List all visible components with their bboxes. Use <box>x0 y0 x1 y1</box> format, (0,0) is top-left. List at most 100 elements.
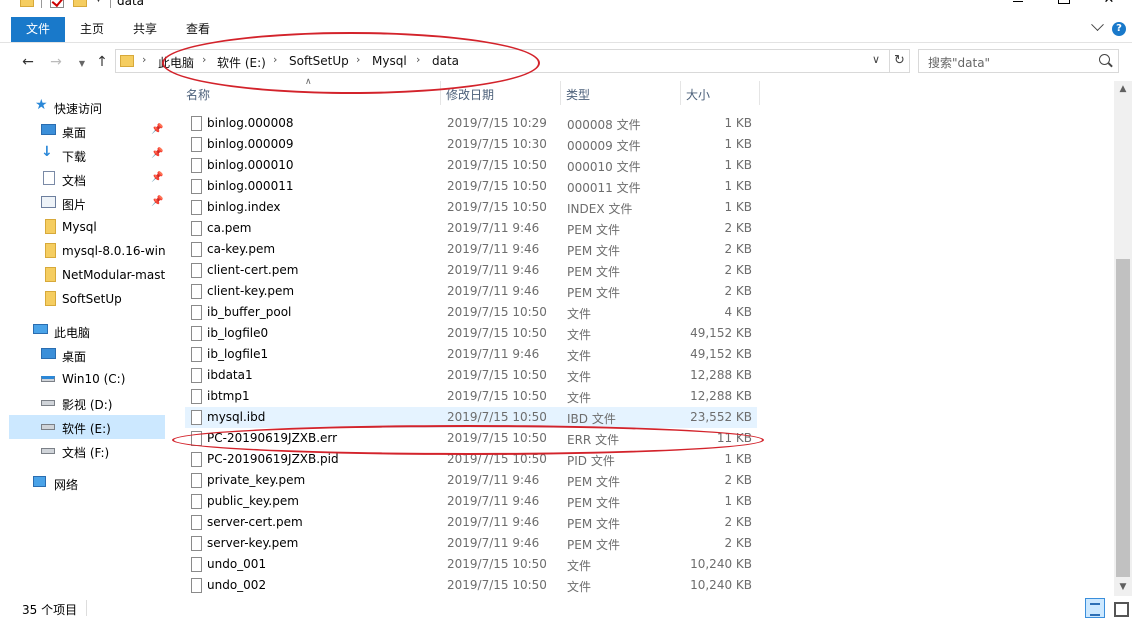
tab-home[interactable]: 主页 <box>72 17 112 42</box>
file-row[interactable]: binlog.000011 2019/7/15 10:50 000011 文件 1 K… <box>185 176 757 197</box>
expand-ribbon-chevron-icon[interactable] <box>1091 18 1104 32</box>
file-type: PID 文件 <box>567 454 615 468</box>
file-name: binlog.000009 <box>207 137 294 151</box>
tab-view[interactable]: 查看 <box>178 17 218 42</box>
download-icon: ↓ <box>41 144 53 160</box>
file-name: public_key.pem <box>207 494 299 508</box>
file-date: 2019/7/11 9:46 <box>447 221 540 235</box>
sidebar-item-drive-e[interactable]: 软件 (E:) <box>9 415 165 439</box>
file-date: 2019/7/15 10:50 <box>447 410 547 424</box>
file-icon <box>191 305 202 320</box>
up-arrow-icon[interactable]: ↑ <box>93 53 111 71</box>
sidebar-item-netmodular[interactable]: NetModular-mast <box>9 263 165 287</box>
address-history-chevron-icon[interactable]: ∨ <box>872 53 880 66</box>
file-row[interactable]: ib_logfile0 2019/7/15 10:50 文件 49,152 KB <box>185 323 757 344</box>
file-date: 2019/7/11 9:46 <box>447 536 540 550</box>
sidebar-item-quick-access[interactable]: ★ 快速访问 <box>9 95 165 119</box>
properties-check-icon[interactable] <box>50 0 64 8</box>
sidebar-item-label: 此电脑 <box>54 326 91 340</box>
file-type: 文件 <box>567 391 592 405</box>
file-row[interactable]: undo_002 2019/7/15 10:50 文件 10,240 KB <box>185 575 757 596</box>
large-icons-view-icon[interactable] <box>1110 598 1130 618</box>
file-row[interactable]: public_key.pem 2019/7/11 9:46 PEM 文件 1 KB <box>185 491 757 512</box>
file-size: 2 KB <box>724 515 752 529</box>
file-row[interactable]: client-key.pem 2019/7/11 9:46 PEM 文件 2 KB <box>185 281 757 302</box>
sidebar-item-label: Mysql <box>62 220 97 234</box>
status-bar: 35 个项目 <box>0 596 1132 621</box>
minimize-button[interactable] <box>995 0 1041 10</box>
file-type: 000010 文件 <box>567 160 641 174</box>
file-row[interactable]: binlog.000009 2019/7/15 10:30 000009 文件 1 K… <box>185 134 757 155</box>
maximize-button[interactable] <box>1040 0 1086 10</box>
file-row[interactable]: private_key.pem 2019/7/11 9:46 PEM 文件 2 KB <box>185 470 757 491</box>
file-date: 2019/7/11 9:46 <box>447 242 540 256</box>
new-folder-icon[interactable] <box>73 0 87 7</box>
recent-locations-dropdown-icon[interactable]: ▼ <box>73 55 91 73</box>
file-row[interactable]: server-cert.pem 2019/7/11 9:46 PEM 文件 2 KB <box>185 512 757 533</box>
file-row[interactable]: ca-key.pem 2019/7/11 9:46 PEM 文件 2 KB <box>185 239 757 260</box>
file-name: client-cert.pem <box>207 263 299 277</box>
scroll-down-icon[interactable]: ▼ <box>1114 579 1132 596</box>
file-row[interactable]: binlog.index 2019/7/15 10:50 INDEX 文件 1 KB <box>185 197 757 218</box>
search-icon[interactable] <box>1099 54 1110 65</box>
file-icon <box>191 263 202 278</box>
file-size: 2 KB <box>724 536 752 550</box>
sidebar-item-documents[interactable]: 文档 📌 <box>9 167 165 191</box>
file-row[interactable]: ca.pem 2019/7/11 9:46 PEM 文件 2 KB <box>185 218 757 239</box>
tab-share[interactable]: 共享 <box>125 17 165 42</box>
drive-icon <box>41 400 55 406</box>
refresh-icon[interactable]: ↻ <box>890 49 910 73</box>
file-row[interactable]: binlog.000010 2019/7/15 10:50 000010 文件 1 K… <box>185 155 757 176</box>
search-input[interactable]: 搜索"data" <box>928 54 990 71</box>
sidebar-item-mysql-winx[interactable]: mysql-8.0.16-winx <box>9 239 166 263</box>
sidebar-item-downloads[interactable]: ↓ 下载 📌 <box>9 143 165 167</box>
file-date: 2019/7/11 9:46 <box>447 263 540 277</box>
file-row[interactable]: undo_001 2019/7/15 10:50 文件 10,240 KB <box>185 554 757 575</box>
network-icon <box>33 476 46 487</box>
sidebar-item-pictures[interactable]: 图片 📌 <box>9 191 165 215</box>
sidebar-item-drive-c[interactable]: Win10 (C:) <box>9 367 165 391</box>
file-size: 2 KB <box>724 242 752 256</box>
file-row[interactable]: ibtmp1 2019/7/15 10:50 文件 12,288 KB <box>185 386 757 407</box>
desktop-icon <box>41 348 56 359</box>
file-icon <box>191 221 202 236</box>
sidebar-item-pc-desktop[interactable]: 桌面 <box>9 343 165 367</box>
scrollbar-thumb[interactable] <box>1116 259 1130 577</box>
sidebar-item-drive-f[interactable]: 文档 (F:) <box>9 439 165 463</box>
file-row[interactable]: ibdata1 2019/7/15 10:50 文件 12,288 KB <box>185 365 757 386</box>
sidebar-item-this-pc[interactable]: 此电脑 <box>9 319 165 343</box>
file-type: 000009 文件 <box>567 139 641 153</box>
file-row[interactable]: client-cert.pem 2019/7/11 9:46 PEM 文件 2 KB <box>185 260 757 281</box>
sidebar-item-softsetup[interactable]: SoftSetUp <box>9 287 165 311</box>
file-icon <box>191 515 202 530</box>
customize-quick-access-dropdown-icon[interactable]: ▼ <box>95 0 102 4</box>
file-size: 10,240 KB <box>690 578 752 592</box>
back-arrow-icon[interactable]: ← <box>19 53 37 71</box>
search-box[interactable]: 搜索"data" <box>918 49 1119 73</box>
column-header-type[interactable]: 类型 <box>566 86 590 103</box>
file-size: 2 KB <box>724 221 752 235</box>
sidebar-item-drive-d[interactable]: 影视 (D:) <box>9 391 165 415</box>
file-name: ib_logfile1 <box>207 347 269 361</box>
file-row[interactable]: ib_logfile1 2019/7/11 9:46 文件 49,152 KB <box>185 344 757 365</box>
sidebar-item-mysql[interactable]: Mysql <box>9 215 165 239</box>
file-name: ca-key.pem <box>207 242 276 256</box>
sidebar-item-network[interactable]: 网络 <box>9 471 165 495</box>
file-row[interactable]: server-key.pem 2019/7/11 9:46 PEM 文件 2 KB <box>185 533 757 554</box>
scroll-up-icon[interactable]: ▲ <box>1114 81 1132 98</box>
details-view-icon[interactable] <box>1085 598 1105 618</box>
forward-arrow-icon[interactable]: → <box>47 53 65 71</box>
help-icon[interactable]: ? <box>1112 22 1126 36</box>
file-name: mysql.ibd <box>207 410 266 424</box>
column-header-name[interactable]: 名称 <box>186 86 210 103</box>
sidebar-item-desktop[interactable]: 桌面 📌 <box>9 119 165 143</box>
file-name: ibtmp1 <box>207 389 250 403</box>
vertical-scrollbar[interactable]: ▲ ▼ <box>1114 81 1132 596</box>
close-button[interactable]: ✕ <box>1086 0 1132 10</box>
tab-file[interactable]: 文件 <box>11 17 65 42</box>
file-icon <box>191 284 202 299</box>
breadcrumb-chevron-icon[interactable]: › <box>142 53 146 66</box>
file-row[interactable]: ib_buffer_pool 2019/7/15 10:50 文件 4 KB <box>185 302 757 323</box>
file-row[interactable]: binlog.000008 2019/7/15 10:29 000008 文件 1 K… <box>185 113 757 134</box>
column-header-size[interactable]: 大小 <box>686 86 710 103</box>
